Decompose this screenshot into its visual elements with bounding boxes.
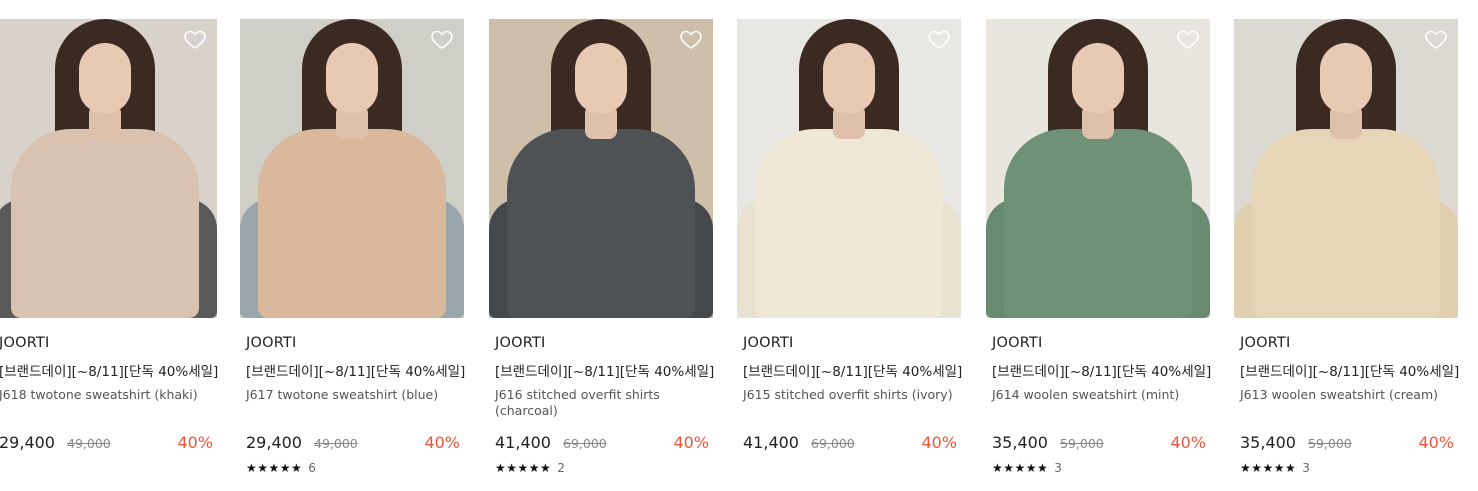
- product-image[interactable]: [1234, 19, 1458, 318]
- original-price: 59,000: [1060, 436, 1104, 451]
- promo-label: [브랜드데이][~8/11][단독 40%세일]: [246, 364, 466, 380]
- product-name[interactable]: J616 stitched overfit shirts (charcoal): [495, 387, 711, 419]
- discount-rate: 40%: [673, 433, 709, 452]
- sale-price: 35,400: [1240, 433, 1296, 452]
- review-count: 2: [557, 461, 565, 475]
- sale-price: 41,400: [495, 433, 551, 452]
- original-price: 59,000: [1308, 436, 1352, 451]
- review-count: 3: [1302, 461, 1310, 475]
- brand-name[interactable]: JOORTI: [0, 335, 49, 351]
- product-card[interactable]: JOORTI [브랜드데이][~8/11][단독 40%세일] J615 sti…: [737, 19, 963, 489]
- discount-rate: 40%: [921, 433, 957, 452]
- promo-label: [브랜드데이][~8/11][단독 40%세일]: [1240, 364, 1460, 380]
- review-count: 3: [1054, 461, 1062, 475]
- brand-name[interactable]: JOORTI: [1240, 335, 1290, 351]
- product-image[interactable]: [737, 19, 961, 318]
- product-image[interactable]: [489, 19, 713, 318]
- rating: ★★★★★ 3: [1240, 461, 1310, 475]
- rating: ★★★★★ 2: [495, 461, 565, 475]
- wishlist-button[interactable]: [1424, 27, 1448, 51]
- promo-label: [브랜드데이][~8/11][단독 40%세일]: [0, 364, 219, 380]
- wishlist-button[interactable]: [927, 27, 951, 51]
- promo-label: [브랜드데이][~8/11][단독 40%세일]: [992, 364, 1212, 380]
- original-price: 69,000: [811, 436, 855, 451]
- wishlist-button[interactable]: [1176, 27, 1200, 51]
- wishlist-button[interactable]: [183, 27, 207, 51]
- discount-rate: 40%: [1418, 433, 1454, 452]
- product-card[interactable]: JOORTI [브랜드데이][~8/11][단독 40%세일] J617 two…: [240, 19, 466, 489]
- brand-name[interactable]: JOORTI: [246, 335, 296, 351]
- brand-name[interactable]: JOORTI: [743, 335, 793, 351]
- heart-outline-icon: [1425, 30, 1447, 49]
- heart-outline-icon: [928, 30, 950, 49]
- model-photo: [489, 19, 713, 318]
- brand-name[interactable]: JOORTI: [495, 335, 545, 351]
- promo-label: [브랜드데이][~8/11][단독 40%세일]: [495, 364, 715, 380]
- product-card[interactable]: JOORTI [브랜드데이][~8/11][단독 40%세일] J616 sti…: [489, 19, 715, 489]
- wishlist-button[interactable]: [430, 27, 454, 51]
- star-icon: ★★★★★: [495, 461, 552, 475]
- star-icon: ★★★★★: [992, 461, 1049, 475]
- heart-outline-icon: [680, 30, 702, 49]
- product-name[interactable]: J613 woolen sweatshirt (cream): [1240, 387, 1456, 403]
- heart-outline-icon: [184, 30, 206, 49]
- discount-rate: 40%: [424, 433, 460, 452]
- sale-price: 35,400: [992, 433, 1048, 452]
- wishlist-button[interactable]: [679, 27, 703, 51]
- product-card[interactable]: JOORTI [브랜드데이][~8/11][단독 40%세일] J618 two…: [0, 19, 219, 489]
- model-photo: [240, 19, 464, 318]
- star-icon: ★★★★★: [246, 461, 303, 475]
- rating: ★★★★★ 6: [246, 461, 316, 475]
- heart-outline-icon: [431, 30, 453, 49]
- model-photo: [986, 19, 1210, 318]
- product-image[interactable]: [986, 19, 1210, 318]
- sale-price: 29,400: [246, 433, 302, 452]
- model-photo: [1234, 19, 1458, 318]
- discount-rate: 40%: [1170, 433, 1206, 452]
- product-image[interactable]: [0, 19, 217, 318]
- product-card[interactable]: JOORTI [브랜드데이][~8/11][단독 40%세일] J614 woo…: [986, 19, 1212, 489]
- product-name[interactable]: J617 twotone sweatshirt (blue): [246, 387, 462, 403]
- sale-price: 29,400: [0, 433, 55, 452]
- original-price: 49,000: [67, 436, 111, 451]
- product-name[interactable]: J618 twotone sweatshirt (khaki): [0, 387, 215, 403]
- model-photo: [0, 19, 217, 318]
- product-card[interactable]: JOORTI [브랜드데이][~8/11][단독 40%세일] J613 woo…: [1234, 19, 1460, 489]
- original-price: 49,000: [314, 436, 358, 451]
- rating: ★★★★★ 3: [992, 461, 1062, 475]
- promo-label: [브랜드데이][~8/11][단독 40%세일]: [743, 364, 963, 380]
- heart-outline-icon: [1177, 30, 1199, 49]
- product-name[interactable]: J614 woolen sweatshirt (mint): [992, 387, 1208, 403]
- star-icon: ★★★★★: [1240, 461, 1297, 475]
- review-count: 6: [308, 461, 316, 475]
- product-image[interactable]: [240, 19, 464, 318]
- original-price: 69,000: [563, 436, 607, 451]
- discount-rate: 40%: [177, 433, 213, 452]
- product-name[interactable]: J615 stitched overfit shirts (ivory): [743, 387, 959, 403]
- brand-name[interactable]: JOORTI: [992, 335, 1042, 351]
- model-photo: [737, 19, 961, 318]
- sale-price: 41,400: [743, 433, 799, 452]
